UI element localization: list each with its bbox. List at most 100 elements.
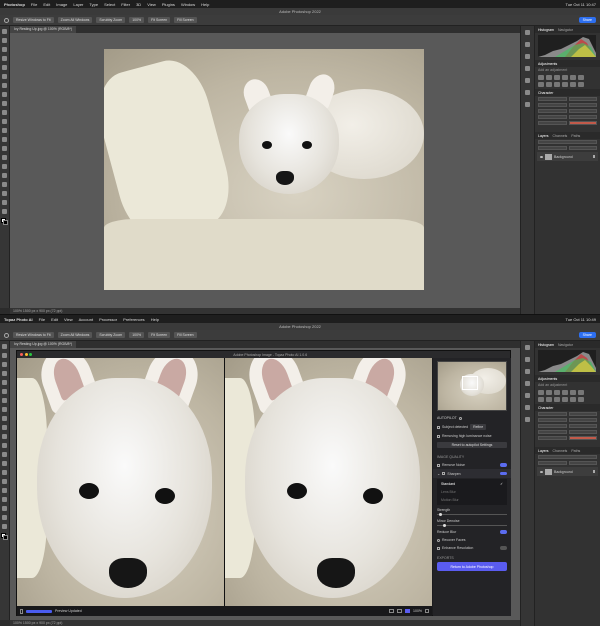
reduce-blur-toggle[interactable] xyxy=(500,530,507,534)
reset-autopilot-button[interactable]: Reset to autopilot Settings xyxy=(437,442,507,448)
eye-icon[interactable] xyxy=(540,155,543,158)
canvas-photo[interactable] xyxy=(104,49,424,290)
menu-app-name[interactable]: Topaz Photo AI xyxy=(4,317,33,322)
hscale-field[interactable] xyxy=(568,115,597,119)
crop-tool-icon[interactable] xyxy=(2,380,7,385)
tracking-field[interactable] xyxy=(568,109,597,113)
panel-icon-7[interactable] xyxy=(525,417,530,422)
menu-processor[interactable]: Processor xyxy=(99,317,117,322)
menu-help[interactable]: Help xyxy=(151,317,159,322)
blend-mode-select[interactable] xyxy=(538,146,567,150)
blur-tool-icon[interactable] xyxy=(2,146,7,151)
enhance-resolution-row[interactable]: Enhance Resolution xyxy=(433,544,511,552)
fill-screen-button[interactable]: Fill Screen xyxy=(174,17,197,23)
panel-icon-3[interactable] xyxy=(525,369,530,374)
minor-denoise-knob[interactable] xyxy=(443,524,446,527)
select-tool-icon[interactable] xyxy=(2,371,7,376)
strength-slider[interactable] xyxy=(437,513,507,516)
sharpen-option-motion-blur[interactable]: Motion Blur xyxy=(437,496,507,504)
pen-tool-icon[interactable] xyxy=(2,164,7,169)
vscale-field[interactable] xyxy=(538,430,567,434)
font-size-field[interactable] xyxy=(538,418,567,422)
font-style-select[interactable] xyxy=(568,412,597,416)
tab-navigator[interactable]: Navigator xyxy=(558,28,573,32)
path-select-tool-icon[interactable] xyxy=(2,182,7,187)
strength-knob[interactable] xyxy=(439,513,442,516)
color-swatches[interactable] xyxy=(1,218,8,225)
opacity-field[interactable] xyxy=(568,146,597,150)
fit-view-icon[interactable] xyxy=(425,608,429,614)
dodge-tool-icon[interactable] xyxy=(2,470,7,475)
panel-icon-5[interactable] xyxy=(525,78,530,83)
tab-paths[interactable]: Paths xyxy=(571,449,580,453)
hand-tool-icon[interactable] xyxy=(2,200,7,205)
baseline-field[interactable] xyxy=(538,436,567,440)
sidebar-toggle-icon[interactable] xyxy=(20,608,23,614)
marquee-tool-icon[interactable] xyxy=(2,353,7,358)
select-tool-icon[interactable] xyxy=(2,56,7,61)
blur-tool-icon[interactable] xyxy=(2,461,7,466)
move-tool-icon[interactable] xyxy=(2,344,7,349)
eraser-tool-icon[interactable] xyxy=(2,443,7,448)
minor-denoise-slider[interactable] xyxy=(437,524,507,527)
fit-screen-button[interactable]: Fit Screen xyxy=(148,17,171,23)
layer-kind-filter[interactable] xyxy=(538,455,597,459)
menu-window[interactable]: Window xyxy=(181,2,195,7)
baseline-field[interactable] xyxy=(538,121,567,125)
navigator-viewport[interactable] xyxy=(462,376,478,390)
brush-tool-icon[interactable] xyxy=(2,416,7,421)
minimize-window-icon[interactable] xyxy=(24,353,28,356)
recover-faces-row[interactable]: Recover Faces xyxy=(433,536,511,544)
channel-mixer-icon[interactable] xyxy=(562,82,568,87)
fit-screen-button[interactable]: Fit Screen xyxy=(148,332,171,338)
layer-row[interactable]: Background xyxy=(537,467,598,476)
photo-filter-icon[interactable] xyxy=(554,397,560,402)
marquee-tool-icon[interactable] xyxy=(2,38,7,43)
path-select-tool-icon[interactable] xyxy=(2,497,7,502)
hand-tool-icon[interactable] xyxy=(2,515,7,520)
kerning-field[interactable] xyxy=(538,424,567,428)
lasso-tool-icon[interactable] xyxy=(2,47,7,52)
color-swatches[interactable] xyxy=(1,533,8,540)
enhance-resolution-toggle[interactable] xyxy=(500,546,507,550)
panel-icon-1[interactable] xyxy=(525,30,530,35)
brightness-icon[interactable] xyxy=(538,390,544,395)
tab-layers[interactable]: Layers xyxy=(538,449,549,453)
gradient-tool-icon[interactable] xyxy=(2,452,7,457)
font-family-select[interactable] xyxy=(538,412,567,416)
maximize-window-icon[interactable] xyxy=(29,353,32,356)
history-brush-tool-icon[interactable] xyxy=(2,434,7,439)
panel-icon-6[interactable] xyxy=(525,90,530,95)
tab-channels[interactable]: Channels xyxy=(553,134,568,138)
close-window-icon[interactable] xyxy=(20,353,23,356)
split-view-icon[interactable] xyxy=(397,608,403,614)
menu-app-name[interactable]: Photoshop xyxy=(4,2,25,7)
panel-icon-2[interactable] xyxy=(525,357,530,362)
sharpen-option-standard[interactable]: Standard ✓ xyxy=(437,480,507,488)
navigator-thumbnail[interactable] xyxy=(437,361,507,411)
panel-icon-5[interactable] xyxy=(525,393,530,398)
menu-edit[interactable]: Edit xyxy=(51,317,58,322)
curves-icon[interactable] xyxy=(554,75,560,80)
menu-plugins[interactable]: Plugins xyxy=(162,2,175,7)
sharpen-mode-dropdown[interactable]: Standard ✓ Lens Blur Motion Blur xyxy=(437,479,507,505)
fill-screen-button[interactable]: Fill Screen xyxy=(174,332,197,338)
shape-tool-icon[interactable] xyxy=(2,506,7,511)
menu-view[interactable]: View xyxy=(64,317,73,322)
share-button[interactable]: Share xyxy=(578,17,596,23)
tab-layers[interactable]: Layers xyxy=(538,134,549,138)
brush-tool-icon[interactable] xyxy=(2,101,7,106)
font-size-field[interactable] xyxy=(538,103,567,107)
preview-processed[interactable] xyxy=(225,358,432,606)
tab-histogram[interactable]: Histogram xyxy=(538,28,554,32)
panel-icon-4[interactable] xyxy=(525,66,530,71)
menu-view[interactable]: View xyxy=(147,2,156,7)
tab-channels[interactable]: Channels xyxy=(553,449,568,453)
tab-navigator[interactable]: Navigator xyxy=(558,343,573,347)
font-style-select[interactable] xyxy=(568,97,597,101)
zoom-tool-icon[interactable] xyxy=(2,524,7,529)
photo-filter-icon[interactable] xyxy=(554,82,560,87)
resize-windows-chip[interactable]: Resize Windows to Fit xyxy=(13,17,54,23)
zoom-tool-icon[interactable] xyxy=(4,332,9,338)
menu-layer[interactable]: Layer xyxy=(73,2,83,7)
